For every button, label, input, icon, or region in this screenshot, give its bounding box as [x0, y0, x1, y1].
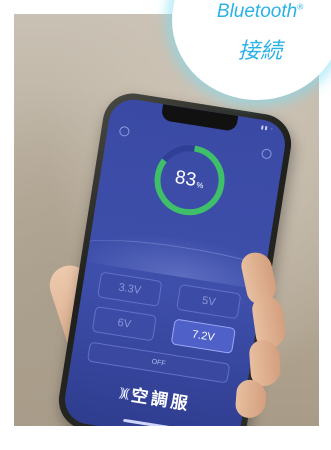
bluetooth-label: Bluetooth®: [216, 1, 304, 22]
connection-label: 接続: [237, 39, 282, 64]
battery-unit: %: [195, 179, 205, 190]
settings-icon[interactable]: [118, 125, 131, 138]
power-icon[interactable]: [260, 148, 273, 160]
voltage-button-3-3v[interactable]: 3.3V: [97, 271, 163, 307]
brand-logo-text: 空調服: [129, 385, 192, 415]
registered-mark: ®: [297, 2, 304, 12]
battery-percentage: 83: [173, 166, 198, 192]
battery-gauge: 83 %: [145, 136, 234, 225]
battery-readout: 83 %: [145, 136, 234, 225]
brand-wind-icon: ))((: [118, 384, 129, 400]
voltage-button-7-2v[interactable]: 7.2V: [170, 318, 236, 354]
voltage-button-5v[interactable]: 5V: [176, 283, 242, 320]
phone-notch: [160, 104, 239, 132]
status-bar-icons: ▮▮ ◦: [260, 124, 274, 133]
voltage-button-6v[interactable]: 6V: [91, 306, 157, 342]
home-indicator[interactable]: [122, 418, 179, 426]
